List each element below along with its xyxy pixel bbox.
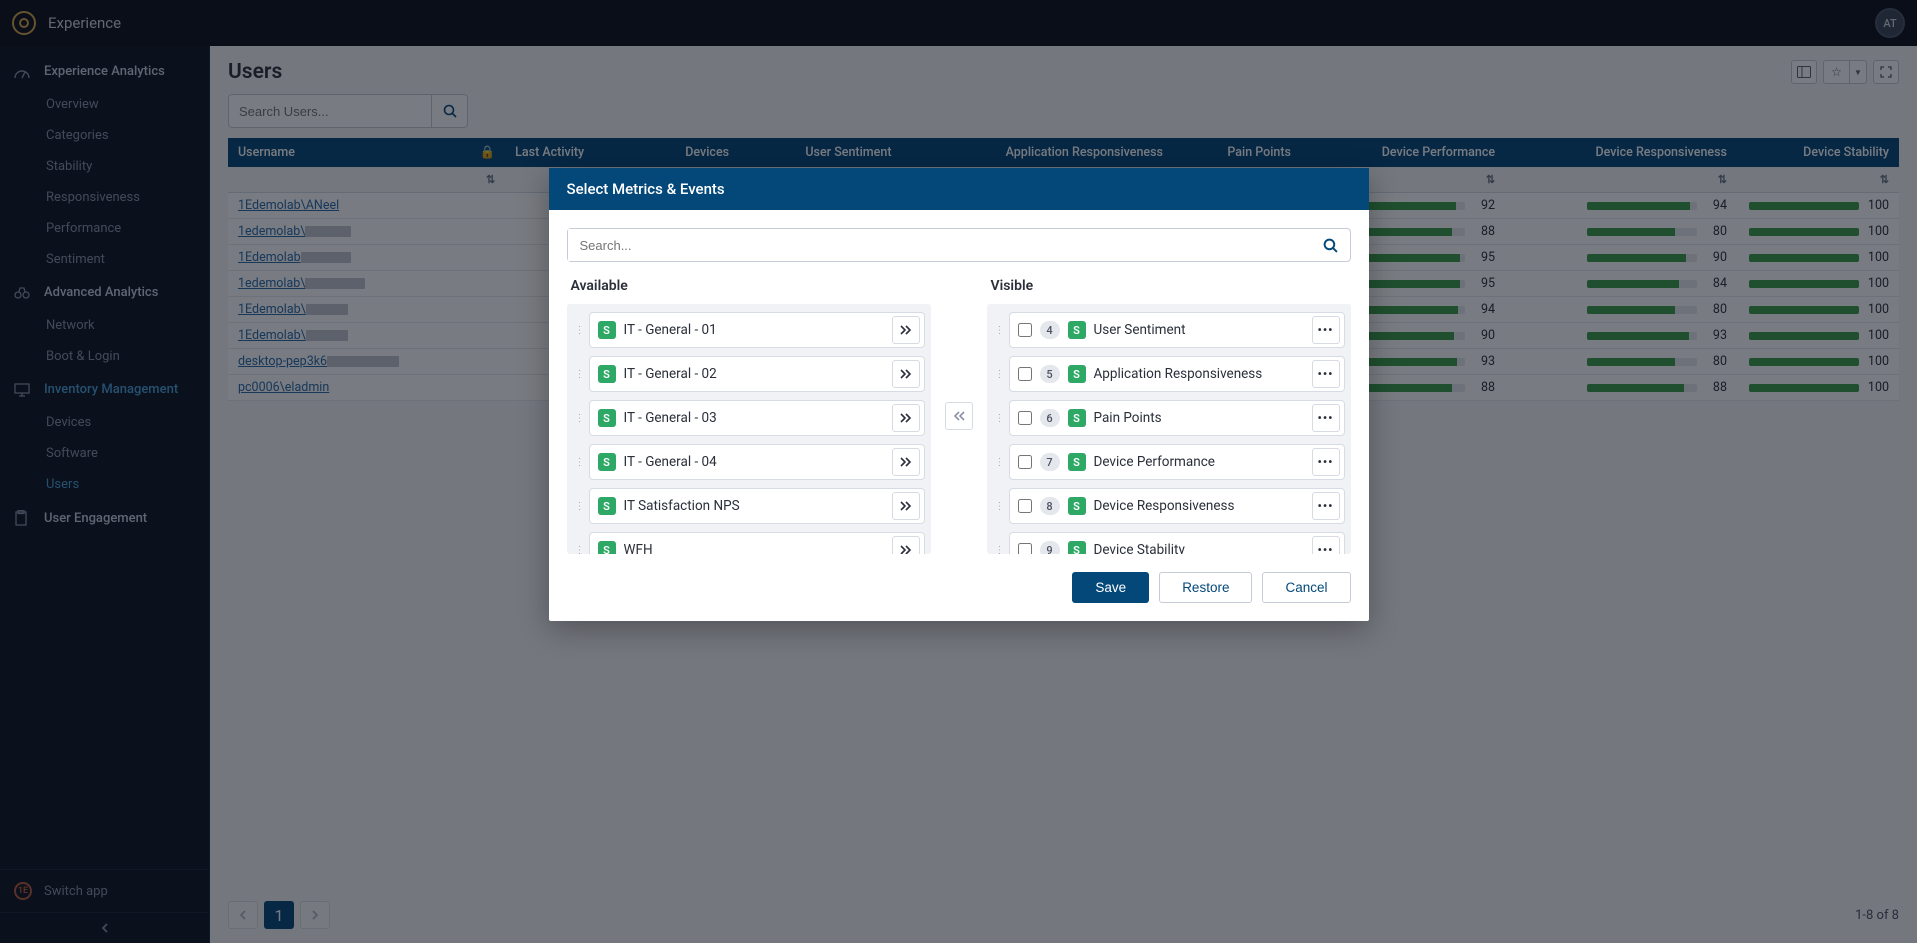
score-type-badge: S: [598, 541, 616, 554]
move-right-button[interactable]: [892, 316, 920, 344]
item-more-button[interactable]: •••: [1312, 536, 1340, 554]
score-type-badge: S: [1068, 497, 1086, 515]
move-right-button[interactable]: [892, 536, 920, 554]
item-label: IT - General - 01: [624, 322, 884, 338]
item-label: IT - General - 04: [624, 454, 884, 470]
item-label: IT - General - 03: [624, 410, 884, 426]
score-type-badge: S: [598, 365, 616, 383]
drag-handle-icon[interactable]: ⋮⋮: [575, 457, 583, 468]
list-item: ⋮⋮ S IT Satisfaction NPS: [575, 488, 925, 524]
item-label: WFH: [624, 542, 884, 554]
order-badge: 7: [1040, 453, 1060, 471]
list-item: ⋮⋮ S IT - General - 01: [575, 312, 925, 348]
score-type-badge: S: [1068, 321, 1086, 339]
order-badge: 8: [1040, 497, 1060, 515]
score-type-badge: S: [598, 321, 616, 339]
select-metrics-modal: Select Metrics & Events Available ⋮⋮ S IT …: [549, 168, 1369, 621]
available-heading: Available: [567, 278, 931, 294]
modal-search-input[interactable]: [568, 229, 1312, 261]
score-type-badge: S: [598, 453, 616, 471]
item-checkbox[interactable]: [1018, 323, 1032, 337]
item-label: Device Stability: [1094, 542, 1304, 554]
item-label: Pain Points: [1094, 410, 1304, 426]
item-label: Application Responsiveness: [1094, 366, 1304, 382]
item-more-button[interactable]: •••: [1312, 404, 1340, 432]
drag-handle-icon[interactable]: ⋮⋮: [575, 501, 583, 512]
order-badge: 9: [1040, 541, 1060, 554]
list-item: ⋮⋮ 6S Pain Points •••: [995, 400, 1345, 436]
double-chevron-left-icon: [953, 411, 965, 421]
item-checkbox[interactable]: [1018, 543, 1032, 554]
search-icon: [1323, 238, 1338, 253]
list-item: ⋮⋮ 9S Device Stability •••: [995, 532, 1345, 554]
item-more-button[interactable]: •••: [1312, 316, 1340, 344]
item-label: Device Performance: [1094, 454, 1304, 470]
score-type-badge: S: [1068, 541, 1086, 554]
list-item: ⋮⋮ 4S User Sentiment •••: [995, 312, 1345, 348]
item-checkbox[interactable]: [1018, 367, 1032, 381]
item-label: IT - General - 02: [624, 366, 884, 382]
modal-overlay[interactable]: Select Metrics & Events Available ⋮⋮ S IT …: [0, 0, 1917, 943]
save-button[interactable]: Save: [1072, 572, 1149, 603]
restore-button[interactable]: Restore: [1159, 572, 1252, 603]
item-checkbox[interactable]: [1018, 455, 1032, 469]
score-type-badge: S: [598, 497, 616, 515]
score-type-badge: S: [598, 409, 616, 427]
list-item: ⋮⋮ S IT - General - 03: [575, 400, 925, 436]
item-label: IT Satisfaction NPS: [624, 498, 884, 514]
modal-title: Select Metrics & Events: [549, 168, 1369, 210]
move-right-button[interactable]: [892, 404, 920, 432]
available-list: ⋮⋮ S IT - General - 01 ⋮⋮ S IT - General - 02…: [567, 304, 931, 554]
move-right-button[interactable]: [892, 492, 920, 520]
score-type-badge: S: [1068, 365, 1086, 383]
order-badge: 6: [1040, 409, 1060, 427]
modal-search-button[interactable]: [1312, 229, 1350, 261]
score-type-badge: S: [1068, 453, 1086, 471]
drag-handle-icon[interactable]: ⋮⋮: [995, 369, 1003, 380]
list-item: ⋮⋮ S WFH: [575, 532, 925, 554]
drag-handle-icon[interactable]: ⋮⋮: [995, 545, 1003, 555]
list-item: ⋮⋮ S IT - General - 04: [575, 444, 925, 480]
drag-handle-icon[interactable]: ⋮⋮: [995, 325, 1003, 336]
list-item: ⋮⋮ S IT - General - 02: [575, 356, 925, 392]
visible-list: ⋮⋮4SUser Sentiment•••⋮⋮5SApplication Res…: [987, 304, 1351, 554]
item-more-button[interactable]: •••: [1312, 492, 1340, 520]
drag-handle-icon[interactable]: ⋮⋮: [995, 501, 1003, 512]
item-more-button[interactable]: •••: [1312, 448, 1340, 476]
drag-handle-icon[interactable]: ⋮⋮: [575, 413, 583, 424]
modal-search-box: [567, 228, 1351, 262]
item-more-button[interactable]: •••: [1312, 360, 1340, 388]
list-item: ⋮⋮ 8S Device Responsiveness •••: [995, 488, 1345, 524]
item-checkbox[interactable]: [1018, 499, 1032, 513]
move-right-button[interactable]: [892, 360, 920, 388]
visible-heading: Visible: [987, 278, 1351, 294]
drag-handle-icon[interactable]: ⋮⋮: [575, 545, 583, 555]
drag-handle-icon[interactable]: ⋮⋮: [995, 457, 1003, 468]
list-item: ⋮⋮ 7S Device Performance •••: [995, 444, 1345, 480]
cancel-button[interactable]: Cancel: [1262, 572, 1350, 603]
drag-handle-icon[interactable]: ⋮⋮: [575, 325, 583, 336]
move-right-button[interactable]: [892, 448, 920, 476]
move-all-left-button[interactable]: [945, 402, 973, 430]
item-checkbox[interactable]: [1018, 411, 1032, 425]
list-item: ⋮⋮ 5S Application Responsiveness •••: [995, 356, 1345, 392]
item-label: User Sentiment: [1094, 322, 1304, 338]
score-type-badge: S: [1068, 409, 1086, 427]
drag-handle-icon[interactable]: ⋮⋮: [995, 413, 1003, 424]
item-label: Device Responsiveness: [1094, 498, 1304, 514]
drag-handle-icon[interactable]: ⋮⋮: [575, 369, 583, 380]
order-badge: 4: [1040, 321, 1060, 339]
order-badge: 5: [1040, 365, 1060, 383]
